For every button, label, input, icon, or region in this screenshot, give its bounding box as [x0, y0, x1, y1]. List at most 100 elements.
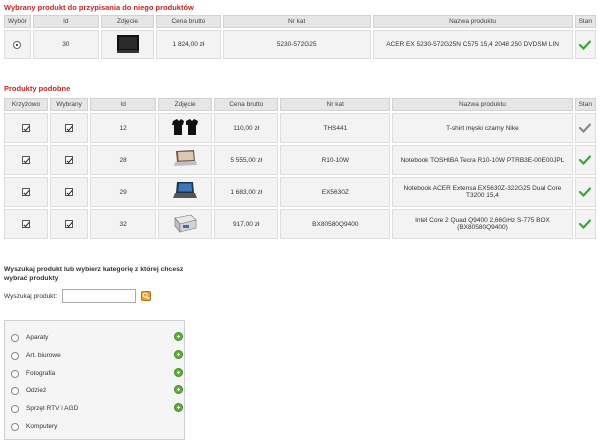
check-icon [579, 155, 592, 166]
cross-checkbox[interactable] [22, 220, 31, 228]
table-row: 28 5 555,00 zł R10-10W Notebook TOSHIBA … [4, 145, 596, 175]
selected-checkbox-cell[interactable] [50, 145, 89, 175]
header-price: Cena brutto [156, 15, 221, 28]
expand-plus-icon[interactable] [174, 332, 183, 341]
image-cell [158, 113, 213, 143]
table-row: 30 1 824,00 zł 5230-572G25 ACER EX 5230-… [4, 30, 596, 59]
cross-checkbox[interactable] [22, 156, 31, 164]
header-wybrany: Wybrany [50, 98, 89, 111]
category-radio[interactable] [11, 334, 19, 342]
category-radio[interactable] [11, 405, 19, 413]
name-cell: T-shirt męski czarny Nike [392, 113, 573, 143]
image-cell [158, 177, 213, 207]
name-cell: Intel Core 2 Quad Q9400 2,66GHz S-775 BO… [392, 209, 573, 239]
laptop-icon [116, 34, 140, 56]
price-cell: 917,00 zł [214, 209, 279, 239]
name-cell: ACER EX 5230-572G25N C575 15,4 2048 250 … [372, 30, 573, 59]
category-label: Aparaty [26, 334, 49, 341]
id-cell: 28 [90, 145, 157, 175]
category-item[interactable]: Fotografia [9, 368, 183, 380]
header-image: Zdjęcie [158, 98, 213, 111]
category-label: Art. biurowe [26, 352, 61, 359]
catalog-cell: EX5630Z [280, 177, 391, 207]
selected-product-table: Wybór Id Zdjęcie Cena brutto Nr kat Nazw… [2, 13, 598, 61]
category-radio[interactable] [11, 423, 19, 431]
category-radio[interactable] [11, 370, 19, 378]
image-cell [100, 30, 155, 59]
similar-products-table: Krzyżowo Wybrany Id Zdjęcie Cena brutto … [2, 96, 598, 241]
status-cell [574, 30, 596, 59]
selected-checkbox[interactable] [65, 188, 74, 196]
cross-checkbox-cell[interactable] [4, 113, 49, 143]
cpu-box-icon [172, 213, 198, 235]
expand-plus-icon[interactable] [174, 385, 183, 394]
category-label: Sprzęt RTV i AGD [26, 405, 79, 412]
catalog-cell: 5230-572G25 [222, 30, 371, 59]
category-item[interactable]: Odzież [9, 385, 183, 397]
check-icon [579, 123, 592, 134]
search-icon [142, 292, 150, 300]
status-cell [574, 145, 596, 175]
expand-plus-icon[interactable] [174, 403, 183, 412]
catalog-cell: R10-10W [280, 145, 391, 175]
category-item[interactable]: Art. biurowe [9, 350, 183, 362]
cross-checkbox-cell[interactable] [4, 145, 49, 175]
selected-checkbox-cell[interactable] [50, 113, 89, 143]
check-icon [579, 219, 592, 230]
check-icon [579, 39, 592, 50]
cross-checkbox-cell[interactable] [4, 209, 49, 239]
name-cell: Notebook TOSHIBA Tecra R10-10W PTRB3E-00… [392, 145, 573, 175]
check-icon [579, 187, 592, 198]
status-cell [574, 177, 596, 207]
header-status: Stan [574, 98, 596, 111]
status-cell [574, 113, 596, 143]
header-name: Nazwa produktu [392, 98, 573, 111]
catalog-cell: THS441 [280, 113, 391, 143]
category-radio[interactable] [11, 352, 19, 360]
selected-checkbox[interactable] [65, 156, 74, 164]
header-image: Zdjęcie [100, 15, 155, 28]
status-cell [574, 209, 596, 239]
search-input[interactable] [62, 289, 136, 303]
selected-checkbox-cell[interactable] [50, 177, 89, 207]
search-label: Wyszukaj produkt: [4, 293, 58, 300]
header-wybor: Wybór [4, 15, 31, 28]
image-cell [158, 209, 213, 239]
select-radio-cell[interactable] [4, 30, 31, 59]
cross-checkbox-cell[interactable] [4, 177, 49, 207]
tshirt-icon [171, 118, 199, 138]
header-catalog: Nr kat [280, 98, 391, 111]
cross-checkbox[interactable] [22, 188, 31, 196]
search-heading: Wyszukaj produkt lub wybierz kategorię z… [4, 266, 184, 282]
laptop-icon [172, 149, 198, 171]
header-id: Id [32, 15, 99, 28]
expand-plus-icon[interactable] [174, 350, 183, 359]
id-cell: 30 [32, 30, 99, 59]
category-item[interactable]: Komputery [9, 421, 179, 433]
category-item[interactable]: Aparaty [9, 332, 183, 344]
table-row: 32 917,00 zł BX80580Q9400 Intel Core 2 Q… [4, 209, 596, 239]
cross-checkbox[interactable] [22, 124, 31, 132]
similar-section-title: Produkty podobne [4, 84, 71, 93]
price-cell: 1 683,00 zł [214, 177, 279, 207]
id-cell: 29 [90, 177, 157, 207]
price-cell: 5 555,00 zł [214, 145, 279, 175]
header-id: Id [90, 98, 157, 111]
selected-section-title: Wybrany produkt do przypisania do niego … [4, 3, 194, 12]
selected-checkbox[interactable] [65, 220, 74, 228]
header-price: Cena brutto [214, 98, 279, 111]
id-cell: 12 [90, 113, 157, 143]
expand-plus-icon[interactable] [174, 368, 183, 377]
selected-checkbox-cell[interactable] [50, 209, 89, 239]
category-radio[interactable] [11, 387, 19, 395]
selected-checkbox[interactable] [65, 124, 74, 132]
category-label: Fotografia [26, 370, 56, 377]
search-button[interactable] [141, 291, 151, 301]
image-cell [158, 145, 213, 175]
catalog-cell: BX80580Q9400 [280, 209, 391, 239]
selected-radio[interactable] [13, 40, 22, 49]
category-item[interactable]: Sprzęt RTV i AGD [9, 403, 183, 415]
id-cell: 32 [90, 209, 157, 239]
laptop-icon [172, 181, 198, 203]
header-krzyzowo: Krzyżowo [4, 98, 49, 111]
